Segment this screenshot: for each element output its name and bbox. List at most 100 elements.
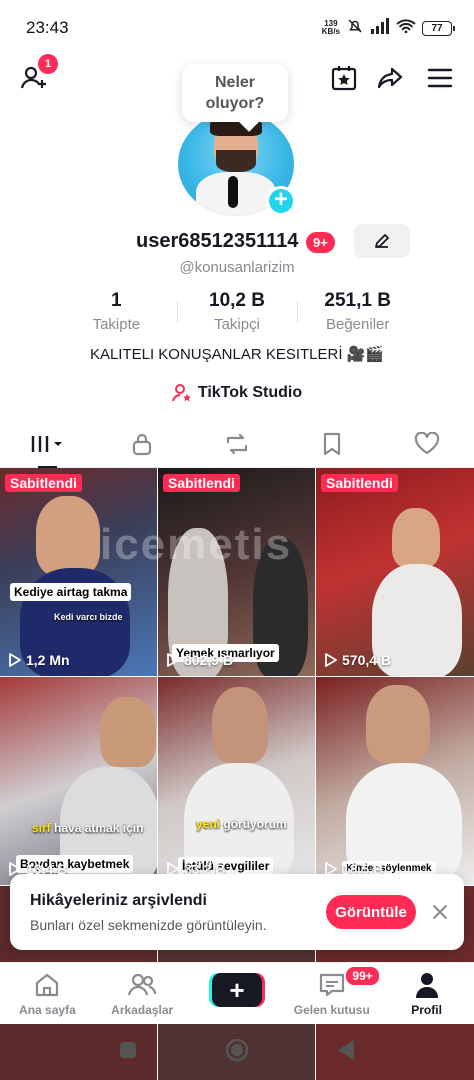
stat-label: Takipte xyxy=(92,316,141,333)
bubble-line-1: Neler xyxy=(214,74,256,91)
add-friends-button[interactable]: 1 xyxy=(18,54,58,94)
stat-label: Takipçi xyxy=(214,316,260,333)
stat-following[interactable]: 1 Takipte xyxy=(56,290,177,336)
subtitle-text: hava atmak için xyxy=(54,821,144,835)
nav-inbox[interactable]: 99+ Gelen kutusu xyxy=(284,963,381,1024)
tab-favorites[interactable] xyxy=(284,420,379,467)
calendar-star-button[interactable] xyxy=(328,62,360,94)
tiktok-studio-link[interactable]: TikTok Studio xyxy=(0,383,474,403)
nav-profile[interactable]: Profil xyxy=(379,963,474,1024)
friend-requests-badge: 1 xyxy=(38,54,58,74)
share-arrow-icon xyxy=(377,67,403,89)
video-thumbnail[interactable]: Sabitlendi Kediye airtag takma Kedi varc… xyxy=(0,468,157,676)
toast-close-button[interactable] xyxy=(428,900,452,924)
square-icon xyxy=(120,1041,136,1058)
pencil-icon xyxy=(375,234,389,248)
menu-button[interactable] xyxy=(424,62,456,94)
view-archive-button[interactable]: Görüntüle xyxy=(326,895,416,929)
recents-button[interactable] xyxy=(118,1040,138,1065)
video-subtitle: sırf hava atmak için xyxy=(32,821,143,835)
video-thumbnail[interactable]: sırf hava atmak için Boydan kaybetmek 13… xyxy=(0,677,157,885)
system-nav-bar xyxy=(0,1024,474,1080)
bookmark-icon xyxy=(323,432,340,455)
videos-grid-icon xyxy=(32,435,63,452)
battery-indicator: 77 xyxy=(422,20,455,36)
view-count: 802,9 B xyxy=(166,652,233,668)
mute-bell-icon xyxy=(346,17,364,40)
nav-friends[interactable]: Arkadaşlar xyxy=(95,963,190,1024)
play-icon xyxy=(325,653,337,667)
profile-stats: 1 Takipte 10,2 B Takipçi 251,1 B Beğenil… xyxy=(56,290,418,336)
status-prompt-bubble[interactable]: Neler oluyor? xyxy=(182,64,288,122)
heart-icon xyxy=(414,431,439,454)
network-speed: 139 KB/s xyxy=(322,20,340,36)
circle-icon xyxy=(225,1038,249,1061)
subtitle-highlight: sırf xyxy=(32,821,51,835)
back-button[interactable] xyxy=(336,1039,356,1066)
home-icon xyxy=(36,973,59,997)
edit-profile-button[interactable] xyxy=(354,224,410,258)
hamburger-menu-icon xyxy=(427,68,453,88)
video-subtitle: Kedi varcı bizde xyxy=(54,612,123,622)
home-system-button[interactable] xyxy=(224,1037,250,1068)
plus-icon: + xyxy=(229,974,245,1005)
nav-label: Gelen kutusu xyxy=(293,1003,370,1017)
stat-likes[interactable]: 251,1 B Beğeniler xyxy=(297,290,418,336)
play-icon xyxy=(167,653,179,667)
close-icon xyxy=(433,905,447,919)
profile-icon xyxy=(415,973,438,998)
status-bar: 23:43 139 KB/s 77 xyxy=(0,0,474,56)
calendar-star-icon xyxy=(331,66,357,91)
tab-liked[interactable] xyxy=(379,420,474,467)
subtitle-text: görüyorum xyxy=(223,817,287,831)
view-count-value: 802,9 B xyxy=(184,652,234,668)
repost-icon xyxy=(226,433,248,454)
tab-videos[interactable] xyxy=(0,420,95,468)
stat-followers[interactable]: 10,2 B Takipçi xyxy=(176,290,298,336)
pinned-badge: Sabitlendi xyxy=(5,474,82,492)
triangle-back-icon xyxy=(338,1039,354,1060)
inbox-icon xyxy=(319,973,344,997)
pinned-badge: Sabitlendi xyxy=(163,474,240,492)
network-speed-unit: KB/s xyxy=(321,27,340,36)
stat-label: Beğeniler xyxy=(325,316,390,333)
nav-label: Profil xyxy=(411,1003,442,1017)
bubble-line-2: oluyor? xyxy=(205,95,265,112)
studio-label: TikTok Studio xyxy=(197,384,303,401)
view-count: 570,4 B xyxy=(324,652,391,668)
nav-create[interactable]: + xyxy=(190,963,285,1024)
username-row: user68512351114 9+ xyxy=(0,224,474,258)
nav-label: Arkadaşlar xyxy=(111,1003,174,1017)
video-thumbnail[interactable]: Sabitlendi Yemek ısmarlıyor 802,9 B xyxy=(158,468,315,676)
tab-reposts[interactable] xyxy=(190,420,285,467)
view-count-value: 570,4 B xyxy=(342,652,392,668)
friends-icon xyxy=(128,973,157,996)
tab-private[interactable] xyxy=(95,420,190,467)
plus-icon: + xyxy=(273,186,288,213)
add-story-button[interactable]: + xyxy=(266,186,296,216)
username-notification-badge[interactable]: 9+ xyxy=(306,232,335,253)
bottom-nav: Ana sayfa Arkadaşlar + 99+ Gelen kutusu … xyxy=(0,962,474,1024)
wifi-icon xyxy=(396,18,416,39)
subtitle-highlight: yeni xyxy=(196,817,221,831)
create-button[interactable]: + xyxy=(211,973,262,1007)
stat-value: 251,1 B xyxy=(324,290,391,311)
view-count-value: 1,2 Mn xyxy=(26,652,70,668)
signal-icon xyxy=(370,17,390,39)
video-thumbnail[interactable]: yeni görüyorum İştülü sevgililer 33,2 B xyxy=(158,677,315,885)
nav-label: Ana sayfa xyxy=(19,1003,76,1017)
video-subtitle: yeni görüyorum xyxy=(196,817,287,831)
username: user68512351114 xyxy=(136,230,299,252)
play-icon xyxy=(9,653,21,667)
profile-bio: KALITELI KONUŞANLAR KESITLERİ 🎥🎬 xyxy=(89,346,385,363)
stat-value: 1 xyxy=(111,290,122,311)
video-caption: Kediye airtag takma xyxy=(10,583,132,601)
nav-home[interactable]: Ana sayfa xyxy=(0,963,95,1024)
lock-icon xyxy=(133,433,152,455)
video-thumbnail[interactable]: Sabitlendi 570,4 B xyxy=(316,468,474,676)
share-profile-button[interactable] xyxy=(374,62,406,94)
studio-user-star-icon xyxy=(171,384,191,402)
video-thumbnail[interactable]: Kimler söylenmek 18,5 B xyxy=(316,677,474,885)
pinned-badge: Sabitlendi xyxy=(321,474,398,492)
user-handle: @konusanlarizim xyxy=(179,259,295,276)
